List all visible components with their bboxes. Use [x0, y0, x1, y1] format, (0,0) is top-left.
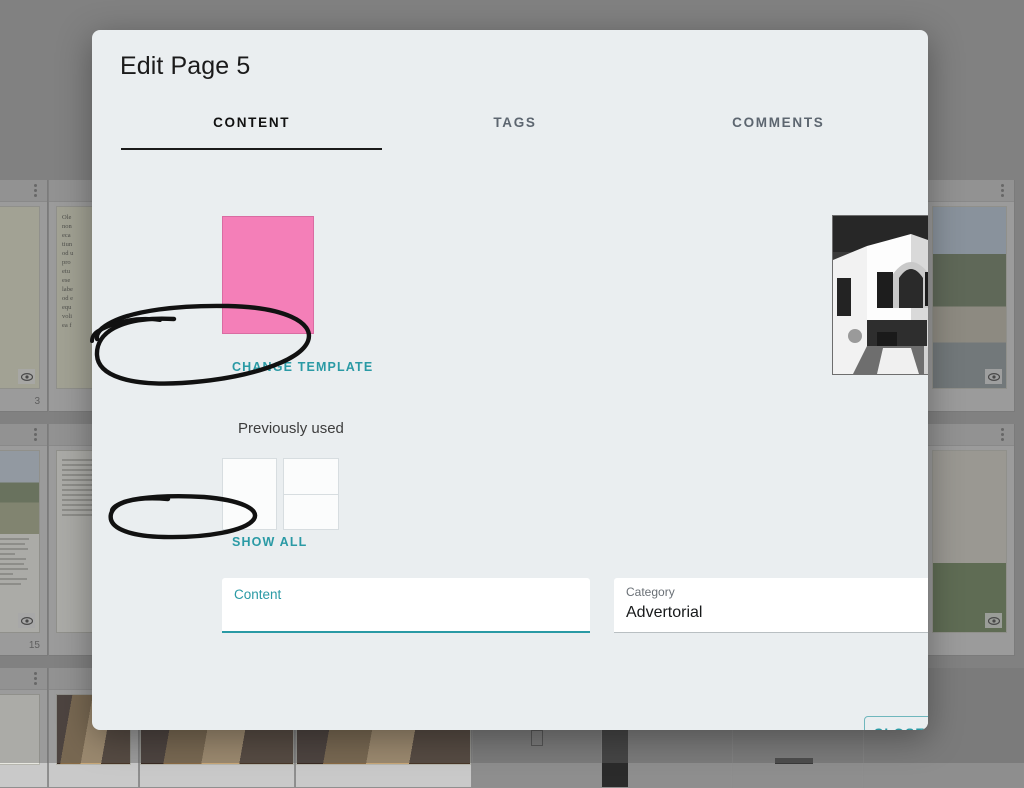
category-select[interactable]: Category Advertorial	[614, 578, 928, 633]
show-all-link[interactable]: SHOW ALL	[232, 535, 307, 549]
tab-content[interactable]: CONTENT	[120, 115, 383, 150]
tab-comments[interactable]: COMMENTS	[647, 115, 910, 150]
template-thumbnail-split[interactable]	[283, 458, 339, 530]
content-input[interactable]: Content	[222, 578, 590, 633]
tab-tags[interactable]: TAGS	[383, 115, 646, 150]
close-button[interactable]: CLOSE	[864, 716, 928, 730]
previously-used-label: Previously used	[238, 420, 344, 437]
change-template-link[interactable]: CHANGE TEMPLATE	[232, 360, 373, 374]
page-title: Edit Page 5	[120, 52, 250, 81]
category-label: Category	[626, 585, 675, 599]
page-image[interactable]	[832, 215, 928, 375]
template-preview[interactable]	[222, 216, 314, 334]
template-thumbnail-blank[interactable]	[222, 458, 277, 530]
eye-icon[interactable]	[924, 346, 928, 374]
tab-bar: CONTENT TAGS COMMENTS	[120, 115, 910, 150]
edit-page-dialog: Edit Page 5 CONTENT TAGS COMMENTS CHANGE…	[92, 30, 928, 730]
category-underline	[614, 632, 928, 633]
content-focus-underline	[222, 631, 590, 633]
content-label: Content	[234, 587, 281, 602]
category-value: Advertorial	[626, 604, 702, 622]
image-content	[833, 216, 928, 374]
template-divider	[284, 494, 338, 495]
